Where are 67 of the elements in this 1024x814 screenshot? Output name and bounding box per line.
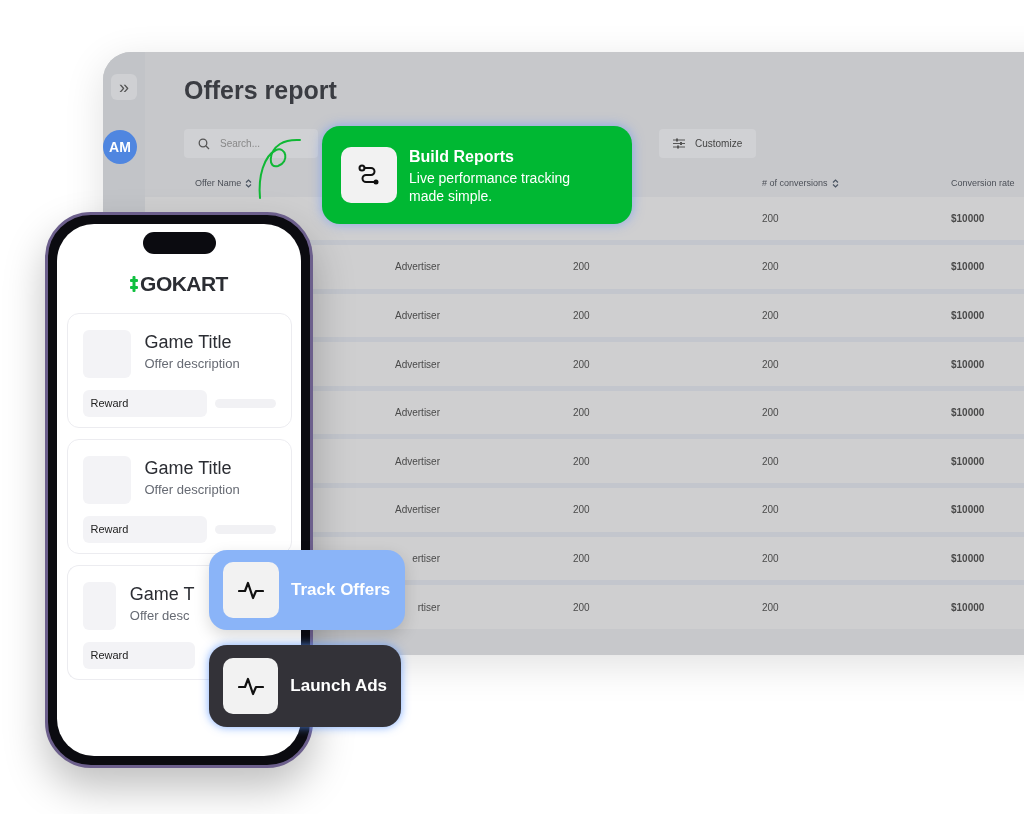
table-cell-text: Advertiser [394,260,440,275]
table-cell-text: $10000 [951,309,985,323]
column-header: # of conversions [762,176,951,191]
table-cell: 200 [573,504,590,516]
table-cell-text: $10000 [951,211,985,226]
offer-card[interactable]: Game Title Offer description Reward [66,438,292,554]
table-cell-text: Advertiser [394,309,440,323]
table-cell: 200 [762,552,779,564]
table-cell: 200 [762,310,779,321]
table-cell-text: $10000 [951,503,985,518]
table-cell: 200 [573,358,590,370]
game-title: Game Title [144,456,233,480]
table-cell: 200 [573,261,590,273]
table-cell: 200 [762,455,779,467]
table-cell-text: rtiser [416,600,440,615]
table-cell: 200 [573,601,590,613]
avatar[interactable]: AM [103,130,137,164]
table-cell-text: Advertiser [394,454,440,469]
sort-icon [831,179,839,188]
table-cell-text: Advertiser [394,406,440,421]
expand-button[interactable]: » [111,74,137,100]
table-cell: 200 [762,504,779,516]
table-cell: 200 [762,261,779,273]
table-cell-text: $10000 [951,454,985,469]
pulse-icon [238,579,264,601]
logo-text: GOKART [140,271,228,297]
sort-icon [245,179,253,188]
table-cell: 200 [762,358,779,370]
game-title: Game T [129,582,195,606]
reward-button[interactable]: Reward [82,641,195,669]
offer-description: Offer description [144,480,240,499]
feature-card[interactable]: Launch Ads [209,645,401,727]
card-title: Track Offers [291,579,391,602]
table-cell: 200 [762,212,779,224]
card-title: Launch Ads [290,675,387,698]
table-cell: 200 [762,407,779,419]
offer-card[interactable]: Game Title Offer description Reward [66,312,292,428]
sliders-icon [673,137,685,149]
column-header: Conversion rate [951,176,1016,190]
table-cell-text: ertiser [411,551,440,566]
customize-button[interactable]: Customize [659,128,757,158]
table-cell-text: $10000 [951,406,985,421]
card-title: Build Reports [409,147,515,167]
table-cell: 200 [762,601,779,613]
reward-button[interactable]: Reward [82,515,207,543]
table-cell: 200 [573,552,590,564]
table-cell-text: Advertiser [394,357,440,372]
table-cell-text: $10000 [951,260,985,275]
table-cell: 200 [573,310,590,321]
game-title: Game Title [144,330,233,354]
search-icon [198,137,210,150]
reward-button[interactable]: Reward [82,389,207,417]
table-cell: 200 [573,407,590,419]
table-cell: 200 [573,455,590,467]
table-cell-text: $10000 [951,357,985,372]
table-cell-text: $10000 [951,551,985,566]
logo-icon [130,275,139,292]
pulse-icon [237,675,264,697]
search-field[interactable]: Search... [184,128,318,158]
offer-card[interactable]: Game T Offer desc Reward [66,564,210,680]
card-subtitle: Live performance tracking made simple. [409,169,572,205]
offer-description: Offer desc [129,606,191,625]
page-title: Offers report [184,75,338,106]
offer-description: Offer description [144,354,240,373]
table-cell-text: Advertiser [394,503,440,518]
route-icon [357,163,381,187]
table-cell-text: $10000 [951,600,985,615]
